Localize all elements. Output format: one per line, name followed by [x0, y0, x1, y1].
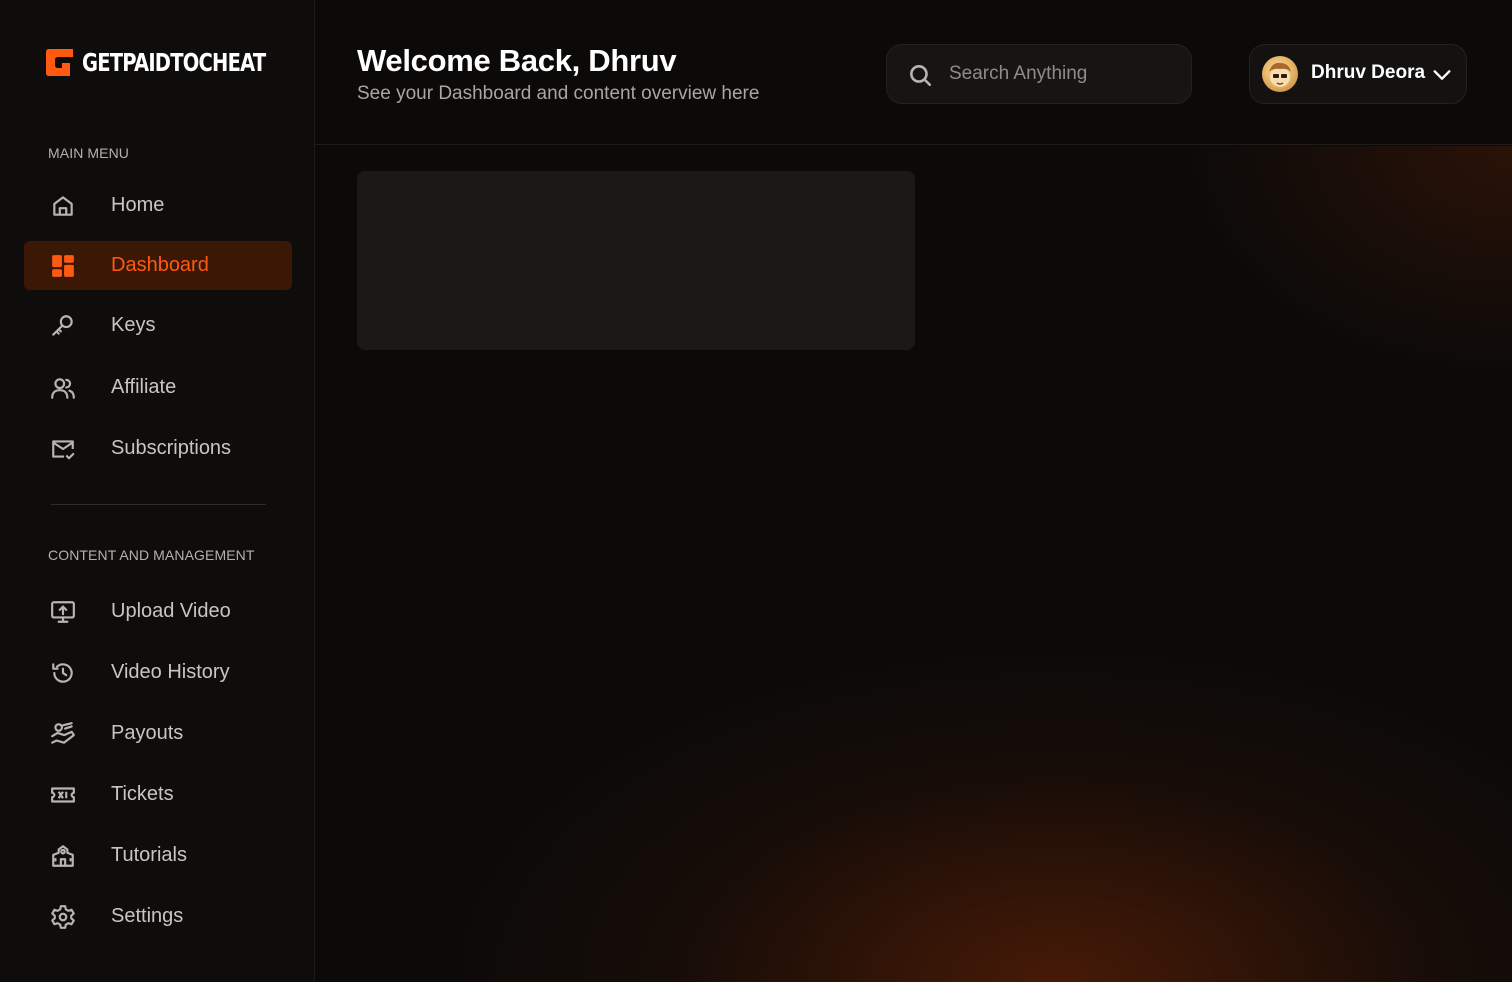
- logo-icon: [46, 49, 73, 76]
- sidebar-item-label: Payouts: [111, 722, 184, 744]
- search-box[interactable]: [886, 44, 1192, 104]
- search-icon: [910, 65, 932, 87]
- ticket-icon: [50, 782, 76, 808]
- sidebar-item-label: Upload Video: [111, 600, 231, 622]
- sidebar-item-label: Tutorials: [111, 844, 187, 866]
- user-name: Dhruv Deora: [1311, 62, 1426, 83]
- brand-logo[interactable]: GETPAIDTOCHEAT: [46, 48, 317, 77]
- sidebar-item-settings[interactable]: Settings: [24, 892, 292, 941]
- sidebar-item-label: Keys: [111, 314, 156, 336]
- sidebar-item-label: Dashboard: [111, 254, 209, 276]
- key-icon: [50, 313, 76, 339]
- avatar: [1262, 56, 1298, 92]
- history-icon: [50, 660, 76, 686]
- main-menu-label: MAIN MENU: [48, 145, 130, 161]
- sidebar-item-keys[interactable]: Keys: [24, 301, 292, 350]
- gear-icon: [50, 904, 76, 930]
- sidebar-item-label: Video History: [111, 661, 230, 683]
- main-content: [315, 146, 1512, 982]
- sidebar-item-label: Affiliate: [111, 376, 177, 398]
- sidebar-item-label: Tickets: [111, 783, 174, 805]
- sidebar-item-subscriptions[interactable]: Subscriptions: [24, 424, 292, 473]
- sidebar-item-label: Subscriptions: [111, 437, 232, 459]
- sidebar-item-label: Home: [111, 194, 165, 216]
- brand-name: GETPAIDTOCHEAT: [82, 48, 266, 77]
- top-header: Welcome Back, Dhruv See your Dashboard a…: [315, 0, 1512, 145]
- sidebar-item-tickets[interactable]: Tickets: [24, 770, 292, 819]
- users-icon: [50, 375, 76, 401]
- school-icon: [50, 843, 76, 869]
- home-icon: [50, 193, 76, 219]
- sidebar-item-affiliate[interactable]: Affiliate: [24, 363, 292, 412]
- sidebar-item-home[interactable]: Home: [24, 181, 292, 230]
- chevron-down-icon: [1433, 70, 1451, 80]
- sidebar-item-dashboard[interactable]: Dashboard: [24, 241, 292, 290]
- dashboard-icon: [50, 253, 76, 279]
- user-menu[interactable]: Dhruv Deora: [1249, 44, 1467, 104]
- page-subtitle: See your Dashboard and content overview …: [357, 83, 760, 104]
- sidebar-item-label: Settings: [111, 905, 184, 927]
- overview-card: [357, 171, 915, 350]
- mail-check-icon: [50, 436, 76, 462]
- search-input[interactable]: [949, 59, 1179, 89]
- sidebar-item-upload-video[interactable]: Upload Video: [24, 587, 292, 636]
- page-title: Welcome Back, Dhruv: [357, 43, 677, 78]
- sidebar-item-video-history[interactable]: Video History: [24, 648, 292, 697]
- hand-coins-icon: [50, 721, 76, 747]
- monitor-upload-icon: [50, 599, 76, 625]
- sidebar-item-payouts[interactable]: Payouts: [24, 709, 292, 758]
- sidebar-item-tutorials[interactable]: Tutorials: [24, 831, 292, 880]
- content-management-label: CONTENT AND MANAGEMENT: [48, 547, 255, 563]
- sidebar: GETPAIDTOCHEAT MAIN MENU Home Dashboard …: [0, 0, 315, 982]
- sidebar-divider: [51, 504, 266, 505]
